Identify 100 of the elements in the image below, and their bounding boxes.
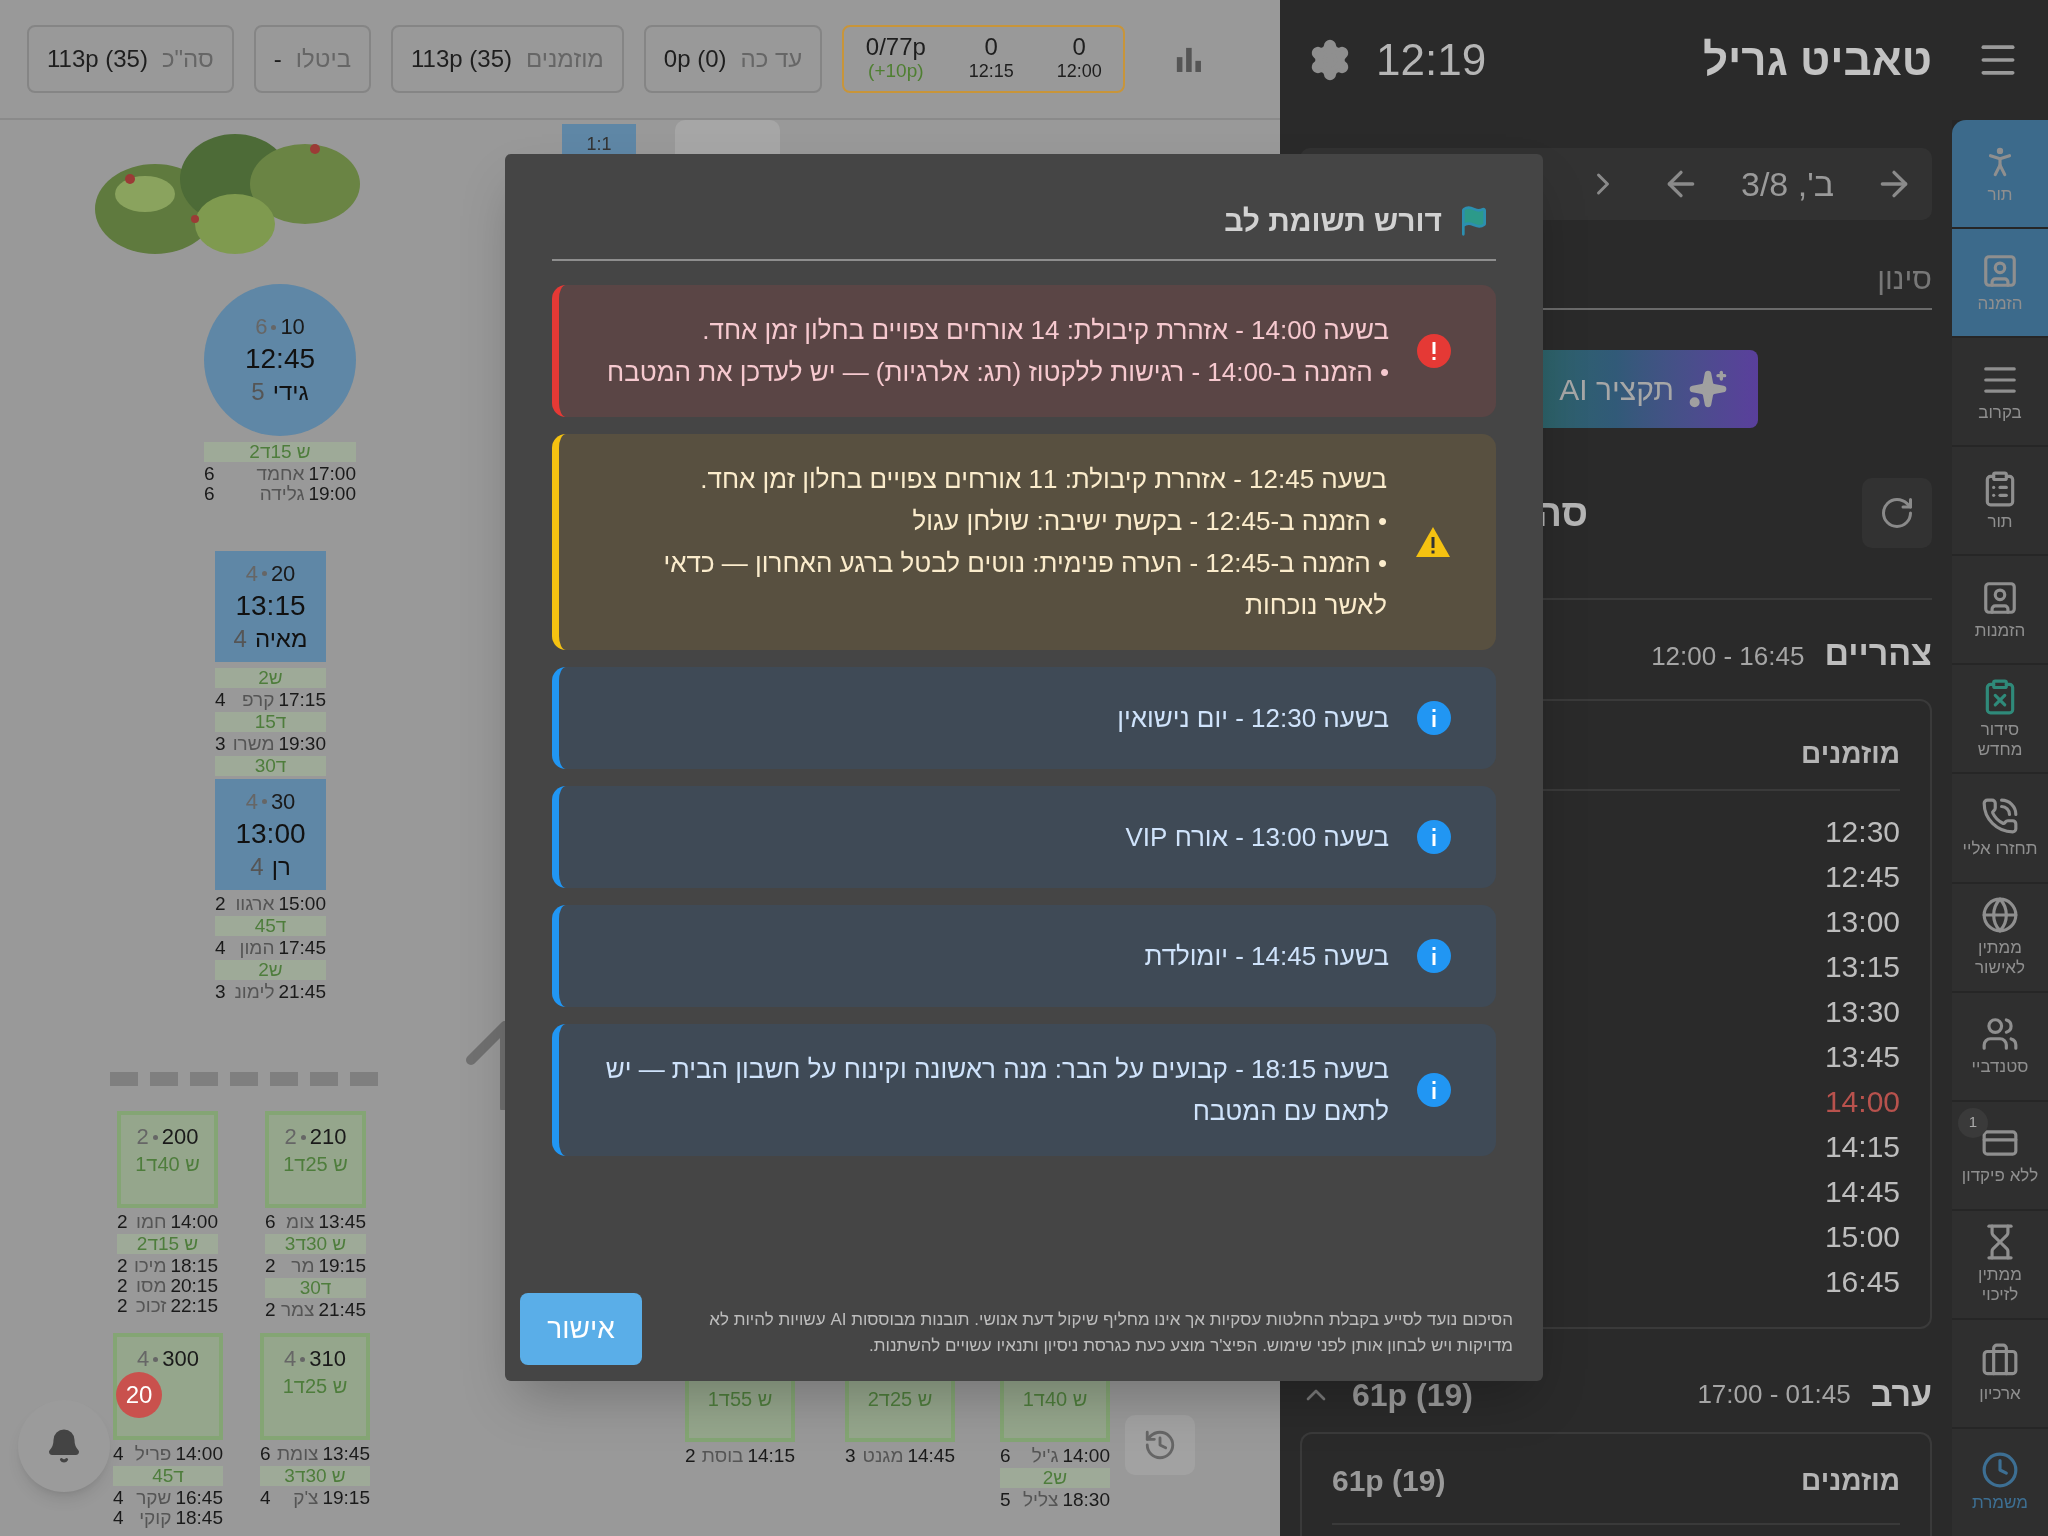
- alert-text: • הזמנה ב-14:00 - רגישות ללקטוז (תג: אלרגיות) — יש לעדכן את המטבח: [607, 356, 1389, 389]
- reservation-time: 13:15: [1824, 949, 1900, 985]
- booking-time: 14:00: [170, 1212, 218, 1232]
- shift-hours: 12:00 - 16:45: [1651, 640, 1805, 673]
- guest-name: גידי: [272, 379, 309, 405]
- party-size: 5: [1000, 1490, 1011, 1510]
- party-size: 4: [215, 938, 226, 958]
- alert-text: בשעה 13:00 - אורח VIP: [1125, 821, 1389, 854]
- booking-time: 18:45: [175, 1508, 223, 1528]
- booking-time: 13:45: [322, 1444, 370, 1464]
- booking-time: 19:30: [278, 734, 326, 754]
- booking-time: 20:15: [170, 1276, 218, 1296]
- table-capacity: 6: [255, 315, 268, 339]
- guest-name: צומ: [286, 1212, 315, 1232]
- party-size: 2: [117, 1212, 128, 1232]
- table-capacity: 4: [245, 561, 258, 586]
- booking-time: 14:45: [907, 1446, 955, 1466]
- booking-time: 19:00: [308, 484, 356, 504]
- card-title: מוזמנים: [1801, 738, 1900, 769]
- party-size: 3: [215, 982, 226, 1002]
- nav-item[interactable]: סידור מחדש: [1952, 665, 2048, 773]
- nav-item[interactable]: ממתין לזיכוי: [1952, 1210, 2048, 1318]
- guest-count: 4: [250, 853, 264, 880]
- slot-count: 0: [984, 35, 998, 59]
- alert-text: בשעה 14:00 - אזהרת קיבולת: 14 אורחים צפויים בחלון זמן אחד.: [701, 314, 1389, 347]
- table-number: 300: [162, 1347, 199, 1371]
- nav-item[interactable]: הזמנות: [1952, 556, 2048, 664]
- booking-time: 19:15: [322, 1488, 370, 1508]
- clock-icon: [1981, 1451, 2019, 1490]
- guest-name: ארגוו: [235, 894, 275, 914]
- guest-count: 5: [251, 379, 265, 405]
- clock-time: 12:19: [1376, 34, 1487, 86]
- guest-count: 4: [233, 625, 247, 652]
- guest-name: גלידה: [259, 484, 305, 504]
- party-size: 4: [113, 1508, 124, 1528]
- table-duration: 1ש 25ד: [282, 1375, 348, 1397]
- nav-item[interactable]: בקרוב: [1952, 338, 2048, 446]
- nav-item[interactable]: משמרת: [1952, 1428, 2048, 1536]
- slot-time: 12:15: [968, 60, 1014, 83]
- guest-name: קוקי: [139, 1508, 172, 1528]
- party-size: 2: [265, 1300, 276, 1320]
- reservation-time: 13:30: [1824, 994, 1900, 1030]
- confirm-button[interactable]: אישור: [520, 1293, 642, 1365]
- guest-name: מאיה: [254, 625, 308, 652]
- duration-pill: 3ש 30ד: [265, 1234, 366, 1254]
- duration-pill: 30ד: [265, 1278, 366, 1298]
- reservation-time: 12:45: [1824, 859, 1900, 895]
- reservation-time: 15:00: [1824, 1219, 1900, 1255]
- reservation-time: 16:45: [1824, 1264, 1900, 1300]
- party-size: 3: [845, 1446, 856, 1466]
- table-capacity: 4: [284, 1347, 297, 1371]
- table-number: 200: [161, 1125, 199, 1149]
- nav-item[interactable]: ממתין לאישור: [1952, 883, 2048, 991]
- table-number: 210: [309, 1125, 347, 1149]
- nav-item[interactable]: תחזרו אליי: [1952, 774, 2048, 882]
- table-duration: 1ש 40ד: [135, 1153, 200, 1175]
- guest-name: אחמד: [256, 464, 305, 484]
- undo-button[interactable]: [1125, 1415, 1195, 1475]
- guest-name: מגנט: [862, 1446, 904, 1466]
- duration-pill: 45ד: [215, 916, 326, 936]
- table-shape[interactable]: 1:1: [562, 124, 636, 154]
- booking-time: 21:45: [278, 982, 326, 1002]
- bell-icon: [46, 1428, 82, 1464]
- nav-item[interactable]: תור: [1952, 447, 2048, 555]
- nav-item[interactable]: סטנדביי: [1952, 992, 2048, 1100]
- guest-name: פריל: [134, 1444, 172, 1464]
- table-duration: 1ש 55ד: [707, 1388, 773, 1410]
- seating-time: 13:15: [235, 589, 306, 622]
- error-icon: [1417, 334, 1451, 368]
- info-icon: [1417, 701, 1451, 735]
- guest-name: בוסת: [701, 1446, 744, 1466]
- table-duration: 1ש 25ד: [283, 1153, 348, 1175]
- booking-time: 14:15: [747, 1446, 795, 1466]
- history-icon: [1143, 1428, 1177, 1462]
- current-date[interactable]: ב', 3/8: [1741, 158, 1834, 210]
- alert-text: בשעה 12:45 - אזהרת קיבולת: 11 אורחים צפויים בחלון זמן אחד.: [699, 463, 1387, 496]
- guest-name: חמו: [135, 1212, 167, 1232]
- booking-time: 14:00: [175, 1444, 223, 1464]
- party-size: 4: [113, 1444, 124, 1464]
- booking-time: 15:00: [278, 894, 326, 914]
- info-icon: [1417, 1073, 1451, 1107]
- table-number: 310: [309, 1347, 346, 1371]
- reservation-time: 12:30: [1824, 814, 1900, 850]
- reservation-time: 14:00: [1824, 1084, 1900, 1120]
- party-size: 6: [204, 484, 215, 504]
- guest-name: צמר: [280, 1300, 315, 1320]
- stat-value: 113p (35): [47, 44, 148, 74]
- refresh-button[interactable]: [1862, 478, 1932, 548]
- alert-text: בשעה 12:30 - יום נישואין: [1117, 702, 1389, 735]
- stat-value: 0p (0): [663, 44, 727, 74]
- bar-chart-icon[interactable]: [1175, 45, 1203, 73]
- table-number: 10: [280, 315, 305, 339]
- table-capacity: 4: [245, 789, 258, 814]
- alert-text: בשעה 14:45 - יומולדת: [1144, 940, 1389, 973]
- nav-item[interactable]: ארכיון: [1952, 1319, 2048, 1427]
- card-title: מוזמנים: [1801, 1463, 1900, 1498]
- party-size: 2: [117, 1296, 128, 1316]
- party-size: 2: [117, 1256, 128, 1276]
- party-size: 4: [260, 1488, 271, 1508]
- guest-name: צומת: [276, 1444, 319, 1464]
